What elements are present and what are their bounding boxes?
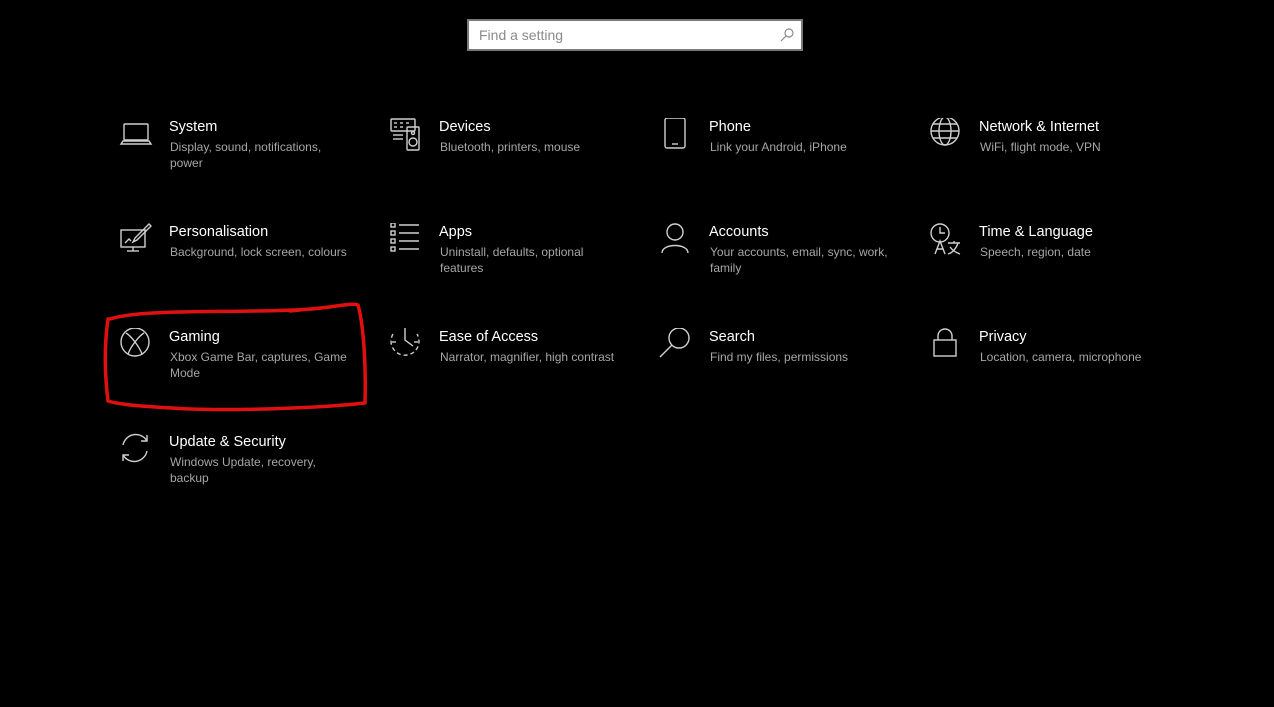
xbox-icon xyxy=(119,328,153,362)
tile-description: Display, sound, notifications, power xyxy=(170,140,322,170)
tile-title: Accounts xyxy=(709,224,769,240)
globe-icon xyxy=(929,118,963,152)
ease-of-access-icon xyxy=(389,328,423,362)
tile-update-security[interactable]: Update & Security Windows Update, recove… xyxy=(119,433,359,523)
tile-description: Your accounts, email, sync, work, family xyxy=(710,245,888,275)
tile-system[interactable]: System Display, sound, notifications, po… xyxy=(119,118,359,208)
tile-description: Speech, region, date xyxy=(980,245,1091,259)
tile-network-internet[interactable]: Network & Internet WiFi, flight mode, VP… xyxy=(929,118,1169,208)
tile-search[interactable]: Search Find my files, permissions xyxy=(659,328,899,418)
apps-list-icon xyxy=(389,223,423,257)
tile-gaming[interactable]: Gaming Xbox Game Bar, captures, Game Mod… xyxy=(119,328,359,418)
phone-icon xyxy=(659,118,693,152)
lock-icon xyxy=(929,328,963,362)
tile-ease-of-access[interactable]: Ease of Access Narrator, magnifier, high… xyxy=(389,328,629,418)
tile-title: Search xyxy=(709,329,755,345)
tile-time-language[interactable]: Time & Language Speech, region, date xyxy=(929,223,1169,313)
tile-title: Ease of Access xyxy=(439,329,539,345)
tile-personalisation[interactable]: Personalisation Background, lock screen,… xyxy=(119,223,359,313)
tile-description: Bluetooth, printers, mouse xyxy=(440,140,581,154)
tile-title: Personalisation xyxy=(169,224,269,240)
search-input[interactable] xyxy=(469,21,769,49)
tile-description: Location, camera, microphone xyxy=(980,350,1142,364)
tile-description: Find my files, permissions xyxy=(710,350,849,364)
tile-devices[interactable]: Devices Bluetooth, printers, mouse xyxy=(389,118,629,208)
person-icon xyxy=(659,223,693,257)
tile-accounts[interactable]: Accounts Your accounts, email, sync, wor… xyxy=(659,223,899,313)
tile-description: WiFi, flight mode, VPN xyxy=(980,140,1101,154)
keyboard-speaker-icon xyxy=(389,118,423,152)
tile-description: Background, lock screen, colours xyxy=(170,245,347,259)
tile-title: Phone xyxy=(709,119,751,135)
settings-home: System Display, sound, notifications, po… xyxy=(0,0,1274,707)
tile-description: Xbox Game Bar, captures, Game Mode xyxy=(170,350,347,380)
time-language-icon xyxy=(929,223,963,257)
tile-description: Narrator, magnifier, high contrast xyxy=(440,350,615,364)
tile-phone[interactable]: Phone Link your Android, iPhone xyxy=(659,118,899,208)
search-icon[interactable] xyxy=(779,27,795,43)
tile-title: Gaming xyxy=(169,329,220,345)
tile-title: Network & Internet xyxy=(979,119,1100,135)
tile-title: Apps xyxy=(439,224,473,240)
tile-title: Time & Language xyxy=(979,224,1093,240)
tile-privacy[interactable]: Privacy Location, camera, microphone xyxy=(929,328,1169,418)
magnifier-icon xyxy=(659,328,693,362)
tile-description: Uninstall, defaults, optional features xyxy=(440,245,584,275)
tile-title: Devices xyxy=(439,119,491,135)
tile-description: Link your Android, iPhone xyxy=(710,140,847,154)
tile-title: Update & Security xyxy=(169,434,286,450)
paint-brush-icon xyxy=(119,223,153,257)
tile-apps[interactable]: Apps Uninstall, defaults, optional featu… xyxy=(389,223,629,313)
sync-arrows-icon xyxy=(119,433,153,467)
tile-title: System xyxy=(169,119,218,135)
tile-title: Privacy xyxy=(979,329,1027,345)
laptop-icon xyxy=(119,118,153,152)
search-box[interactable] xyxy=(467,19,803,51)
tile-description: Windows Update, recovery, backup xyxy=(170,455,316,485)
